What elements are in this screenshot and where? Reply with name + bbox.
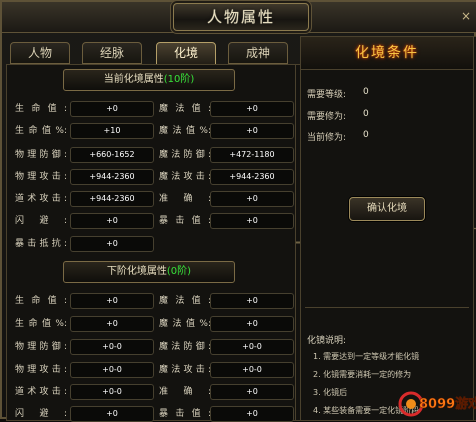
attribute-tabs: 人物 经脉 化境 成神: [8, 42, 296, 65]
watermark-text: 8099游戏: [419, 396, 476, 412]
current-cultivation-value: 0: [363, 130, 369, 140]
attributes-panel: 当前化境属性(10阶) 生命值: +0 魔法值: +0 生命值%: +10 魔法…: [6, 64, 296, 422]
required-cultivation: 需要修为: 0: [307, 109, 369, 122]
site-watermark: 8099游戏: [398, 391, 476, 417]
stat-label: 道术攻击:: [15, 194, 67, 204]
next-realm-level: (0阶): [166, 266, 192, 277]
stat-row: 物理攻击: +0-0 魔法攻击: +0-0: [7, 362, 294, 378]
stat-value: +0: [70, 101, 154, 117]
stat-row: 道术攻击: +0-0 准确: +0: [7, 384, 294, 400]
current-realm-title: 当前化境属性: [103, 74, 164, 85]
stat-value: +0-0: [210, 339, 294, 355]
stat-label: 物理攻击:: [15, 172, 67, 182]
required-cultivation-value: 0: [363, 109, 369, 119]
title-bar: 人物属性 ×: [2, 2, 476, 421]
stat-value: +0-0: [70, 384, 154, 400]
tab-meridian[interactable]: 经脉: [82, 42, 142, 64]
stat-label: 物理防御:: [15, 150, 67, 160]
panel-divider: [305, 307, 469, 308]
stat-value: +0: [210, 191, 294, 207]
stat-row: 物理防御: +0-0 魔法防御: +0-0: [7, 339, 294, 355]
stat-value: +944-2360: [210, 169, 294, 185]
realm-conditions-panel: 化境条件 需要等级: 0 需要修为: 0 当前修为: 0 确认化境 化镜说明: …: [300, 36, 474, 421]
stat-label: 暴击抵抗:: [15, 239, 67, 249]
stat-value: +660-1652: [70, 147, 154, 163]
stat-label: 魔法值%:: [159, 126, 211, 136]
stat-label: 生命值%:: [15, 319, 67, 329]
stat-value: +0: [210, 213, 294, 229]
description-line: 2. 化镜需要消耗一定的修为: [313, 370, 412, 379]
tab-deity[interactable]: 成神: [228, 42, 288, 64]
description-line: 3. 化镜后: [313, 388, 348, 397]
window-title: 人物属性: [173, 3, 309, 31]
stat-value: +0: [70, 236, 154, 252]
tab-realm[interactable]: 化境: [156, 42, 216, 65]
stat-value: +0: [70, 406, 154, 422]
stat-value: +10: [70, 123, 154, 139]
stat-value: +472-1180: [210, 147, 294, 163]
stat-label: 道术攻击:: [15, 387, 67, 397]
stat-row: 物理攻击: +944-2360 魔法攻击: +944-2360: [7, 169, 294, 185]
stat-value: +0-0: [210, 362, 294, 378]
stat-value: +0: [210, 316, 294, 332]
stat-row: 物理防御: +660-1652 魔法防御: +472-1180: [7, 147, 294, 163]
stat-label: 魔法攻击:: [159, 172, 211, 182]
required-level-label: 需要等级:: [307, 90, 347, 100]
stat-row: 暴击抵抗: +0: [7, 236, 289, 252]
stat-label: 魔法防御:: [159, 150, 211, 160]
next-realm-banner: 下阶化境属性(0阶): [63, 261, 235, 283]
stat-label: 闪避:: [15, 216, 67, 226]
stat-row: 生命值: +0 魔法值: +0: [7, 293, 294, 309]
stat-value: +944-2360: [70, 191, 154, 207]
stat-label: 生命值:: [15, 296, 67, 306]
stat-label: 生命值:: [15, 104, 67, 114]
description-line: 1. 需要达到一定等级才能化镜: [313, 352, 420, 361]
required-cultivation-label: 需要修为:: [307, 112, 347, 122]
current-cultivation-label: 当前修为:: [307, 133, 347, 143]
stat-label: 准确:: [159, 194, 211, 204]
confirm-realm-button[interactable]: 确认化境: [349, 197, 425, 221]
stat-row: 生命值: +0 魔法值: +0: [7, 101, 294, 117]
stat-label: 暴击值:: [159, 216, 211, 226]
current-realm-level: (10阶): [163, 74, 195, 85]
stat-value: +0: [210, 293, 294, 309]
stat-label: 魔法攻击:: [159, 365, 211, 375]
stat-value: +0-0: [70, 362, 154, 378]
stat-row: 闪避: +0 暴击值: +0: [7, 406, 294, 422]
stat-row: 道术攻击: +944-2360 准确: +0: [7, 191, 294, 207]
close-button[interactable]: ×: [458, 8, 474, 24]
current-cultivation: 当前修为: 0: [307, 130, 369, 143]
stat-value: +0: [210, 101, 294, 117]
stat-label: 魔法值:: [159, 296, 211, 306]
stat-value: +0: [70, 213, 154, 229]
stat-value: +0: [210, 123, 294, 139]
required-level-value: 0: [363, 87, 369, 97]
stat-label: 魔法值:: [159, 104, 211, 114]
next-realm-title: 下阶化境属性: [106, 266, 167, 277]
stat-value: +0: [210, 384, 294, 400]
stat-label: 物理防御:: [15, 342, 67, 352]
current-realm-banner: 当前化境属性(10阶): [63, 69, 235, 91]
description-title: 化镜说明:: [307, 336, 347, 346]
stat-value: +0: [70, 293, 154, 309]
stat-label: 魔法防御:: [159, 342, 211, 352]
stat-value: +0: [70, 316, 154, 332]
tab-character[interactable]: 人物: [10, 42, 70, 64]
stat-label: 魔法值%:: [159, 319, 211, 329]
stat-label: 暴击值:: [159, 409, 211, 419]
stat-row: 生命值%: +10 魔法值%: +0: [7, 123, 294, 139]
stat-value: +0-0: [70, 339, 154, 355]
character-attributes-window: 人物属性 × 人物 经脉 化境 成神 当前化境属性(10阶) 生命值: +0 魔…: [0, 0, 476, 422]
stat-value: +0: [210, 406, 294, 422]
stat-label: 准确:: [159, 387, 211, 397]
stat-row: 闪避: +0 暴击值: +0: [7, 213, 294, 229]
conditions-title: 化境条件: [301, 37, 473, 70]
stat-label: 生命值%:: [15, 126, 67, 136]
stat-label: 物理攻击:: [15, 365, 67, 375]
stat-label: 闪避:: [15, 409, 67, 419]
stat-row: 生命值%: +0 魔法值%: +0: [7, 316, 294, 332]
stat-value: +944-2360: [70, 169, 154, 185]
required-level: 需要等级: 0: [307, 87, 369, 100]
